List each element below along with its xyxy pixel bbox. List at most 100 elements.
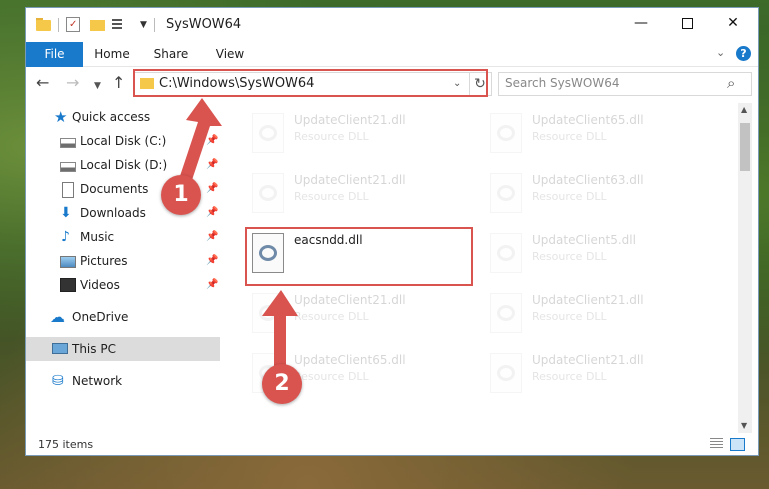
scrollbar-thumb[interactable] [740,123,750,171]
file-name: UpdateClient21.dll [532,293,644,307]
pin-icon[interactable]: 📌 [206,225,218,249]
customize-toolbar-icon[interactable] [112,17,128,33]
title-bar: ✓ ▼ SysWOW64 — ✕ [26,8,758,42]
network-icon: ⛁ [52,373,64,389]
sidebar-item-local-disk-d[interactable]: Local Disk (D:) 📌 [26,153,220,177]
item-count: 175 items [38,438,94,451]
pin-icon[interactable]: 📌 [206,249,218,273]
sidebar-item-label: Downloads [80,206,146,220]
file-highlight [245,227,473,286]
forward-arrow-icon[interactable]: → [66,75,79,91]
dll-file-icon [490,293,522,333]
sidebar-item-label: Documents [80,182,149,196]
dll-file-icon [252,293,284,333]
expand-ribbon-icon[interactable]: ⌄ [716,46,725,59]
file-name: UpdateClient21.dll [294,113,406,127]
pin-icon[interactable]: 📌 [206,153,218,177]
dll-file-icon [490,353,522,393]
pin-icon[interactable]: 📌 [206,129,218,153]
dll-file-icon [490,113,522,153]
new-folder-icon[interactable] [90,17,106,33]
pin-icon[interactable]: 📌 [206,273,218,297]
dll-file-icon [252,173,284,213]
file-type: Resource DLL [532,130,607,143]
details-view-icon[interactable] [710,438,723,449]
download-icon: ⬇ [60,205,72,221]
chevron-down-icon[interactable]: ▼ [140,20,147,30]
file-type: Resource DLL [294,130,369,143]
sidebar-item-label: Music [80,230,115,244]
dll-file-icon [490,173,522,213]
file-name: UpdateClient21.dll [294,293,406,307]
file-item[interactable]: UpdateClient21.dll Resource DLL [484,287,714,341]
dll-file-icon [490,233,522,273]
help-icon[interactable]: ? [736,46,751,61]
sidebar-item-label: Local Disk (D:) [80,158,168,172]
file-item[interactable]: UpdateClient21.dll Resource DLL [484,347,714,401]
tab-home[interactable]: Home [92,42,132,66]
music-icon: ♪ [61,229,70,245]
scroll-up-icon[interactable]: ▲ [741,105,747,114]
documents-icon [62,182,74,198]
sidebar-item-music[interactable]: ♪ Music 📌 [26,225,220,249]
search-input[interactable] [505,75,705,91]
scroll-down-icon[interactable]: ▼ [741,421,747,430]
sidebar-item-label: Quick access [72,110,151,124]
step-1-badge: 1 [161,175,201,215]
tab-share[interactable]: Share [151,42,191,66]
sidebar-item-label: This PC [72,342,116,356]
pin-icon[interactable]: 📌 [206,201,218,225]
file-name: UpdateClient63.dll [532,173,644,187]
divider [154,18,155,32]
file-item[interactable]: UpdateClient21.dll Resource DLL [246,287,476,341]
file-type: Resource DLL [532,190,607,203]
sidebar-item-quick-access[interactable]: ★ Quick access [26,105,220,129]
sidebar-item-label: OneDrive [72,310,129,324]
file-item[interactable]: UpdateClient65.dll Resource DLL [484,107,714,161]
maximize-icon [681,17,693,29]
file-type: Resource DLL [294,310,369,323]
file-name: UpdateClient21.dll [532,353,644,367]
file-item[interactable]: UpdateClient21.dll Resource DLL [246,107,476,161]
tab-view[interactable]: View [210,42,250,66]
sidebar-item-label: Network [72,374,123,388]
recent-locations-icon[interactable]: ▼ [94,78,101,94]
window-title: SysWOW64 [166,17,242,32]
sidebar-item-onedrive[interactable]: ☁ OneDrive [26,305,220,329]
sidebar-item-local-disk-c[interactable]: Local Disk (C:) 📌 [26,129,220,153]
up-arrow-icon[interactable]: ↑ [112,75,125,91]
search-box[interactable]: ⌕ [498,72,752,96]
sidebar-item-label: Pictures [80,254,128,268]
maximize-button[interactable] [664,8,710,38]
file-type: Resource DLL [532,250,607,263]
sidebar-item-videos[interactable]: Videos 📌 [26,273,220,297]
sidebar-item-label: Videos [80,278,120,292]
divider [58,18,59,32]
sidebar-item-network[interactable]: ⛁ Network [26,369,220,393]
pin-icon[interactable]: 📌 [206,177,218,201]
videos-icon [60,278,76,292]
status-bar: 175 items [26,433,758,455]
close-button[interactable]: ✕ [710,8,756,38]
file-item[interactable]: UpdateClient21.dll Resource DLL [246,167,476,221]
search-icon[interactable]: ⌕ [727,74,735,92]
file-type: Resource DLL [294,370,369,383]
sidebar-item-pictures[interactable]: Pictures 📌 [26,249,220,273]
folder-icon [36,17,52,33]
computer-icon [52,343,68,354]
minimize-button[interactable]: — [618,8,664,38]
drive-icon [60,162,76,172]
sidebar-item-label: Local Disk (C:) [80,134,167,148]
file-name: UpdateClient5.dll [532,233,636,247]
address-bar-highlight [133,69,488,97]
file-name: UpdateClient65.dll [532,113,644,127]
sidebar-item-this-pc[interactable]: This PC [26,337,220,361]
vertical-scrollbar[interactable]: ▲ ▼ [738,103,752,433]
star-icon: ★ [54,108,68,126]
step-2-badge: 2 [262,364,302,404]
file-item[interactable]: UpdateClient5.dll Resource DLL [484,227,714,281]
back-arrow-icon[interactable]: ← [36,75,49,91]
properties-icon[interactable]: ✓ [66,17,80,32]
large-icons-view-icon[interactable] [730,438,745,451]
file-item[interactable]: UpdateClient63.dll Resource DLL [484,167,714,221]
